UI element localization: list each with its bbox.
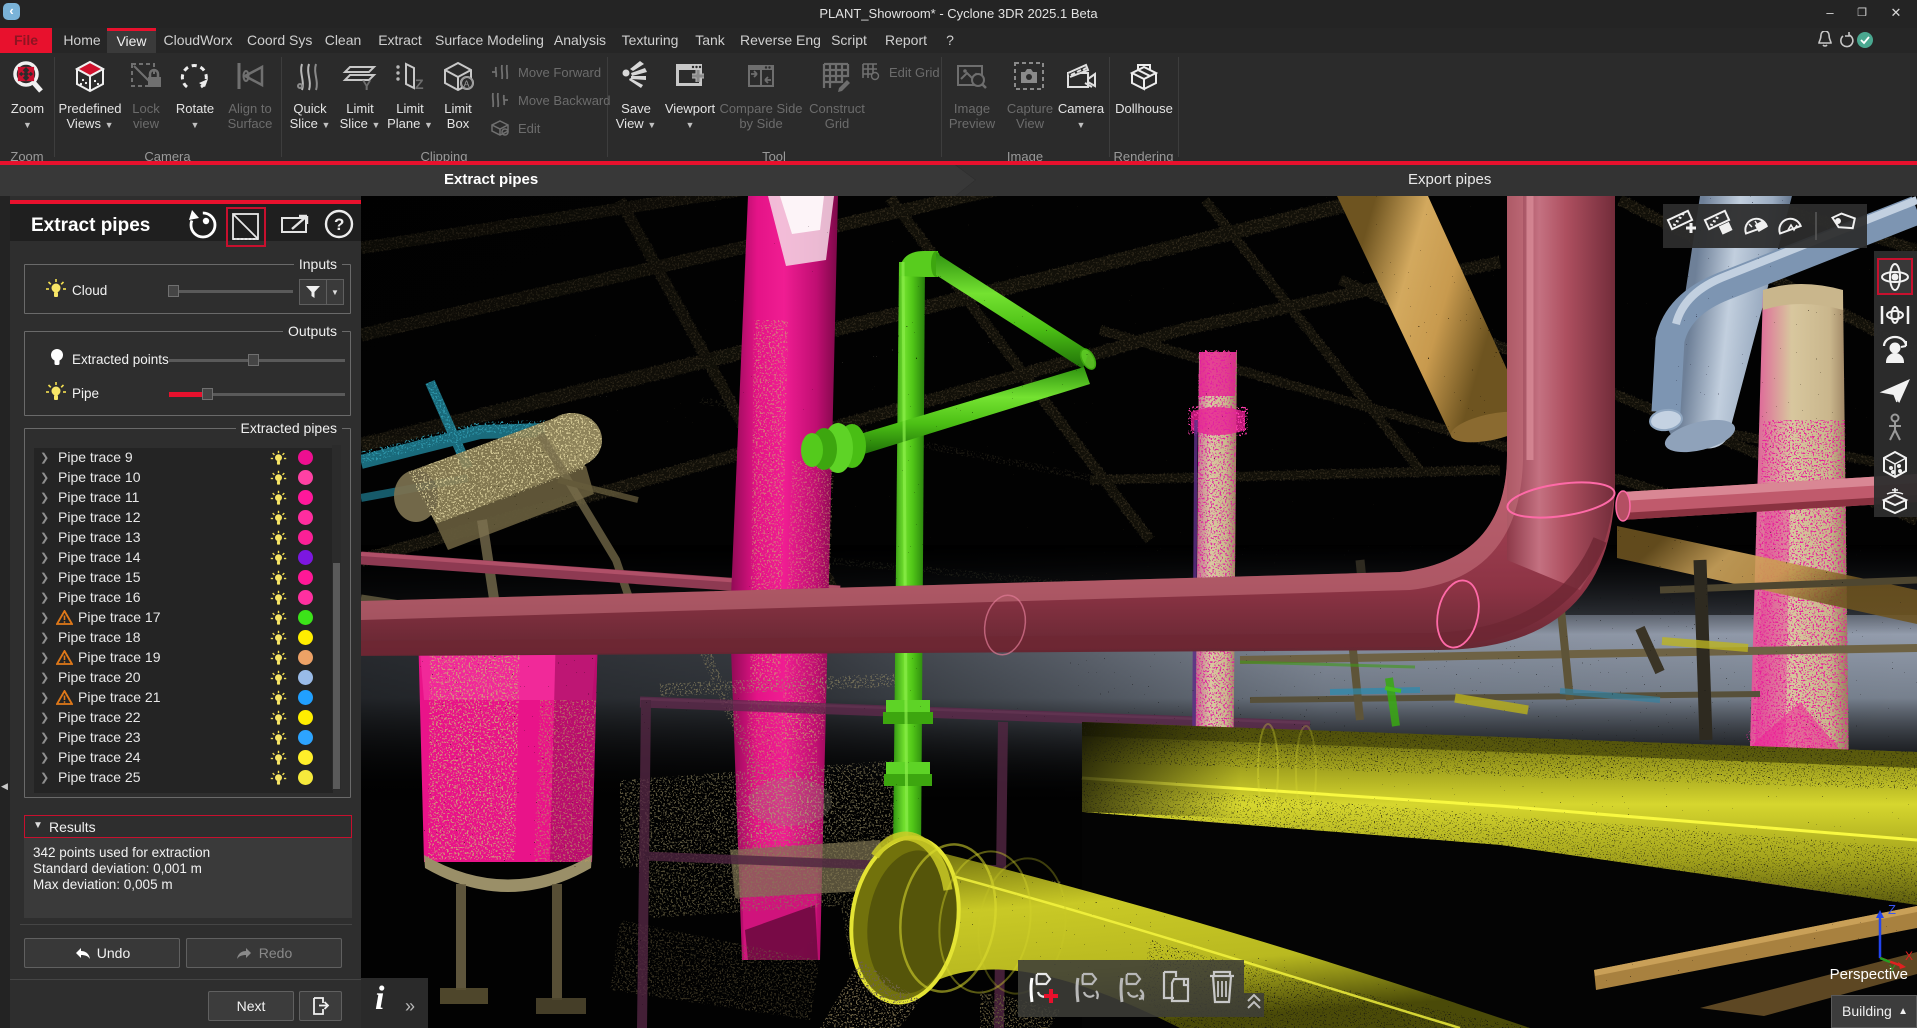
svg-text:Z: Z bbox=[1888, 902, 1896, 917]
svg-text:A: A bbox=[464, 79, 470, 89]
svg-text:?: ? bbox=[334, 215, 344, 234]
svg-text:Z: Z bbox=[415, 76, 424, 92]
svg-text:Y: Y bbox=[362, 77, 372, 93]
svg-text:X: X bbox=[1905, 949, 1913, 963]
